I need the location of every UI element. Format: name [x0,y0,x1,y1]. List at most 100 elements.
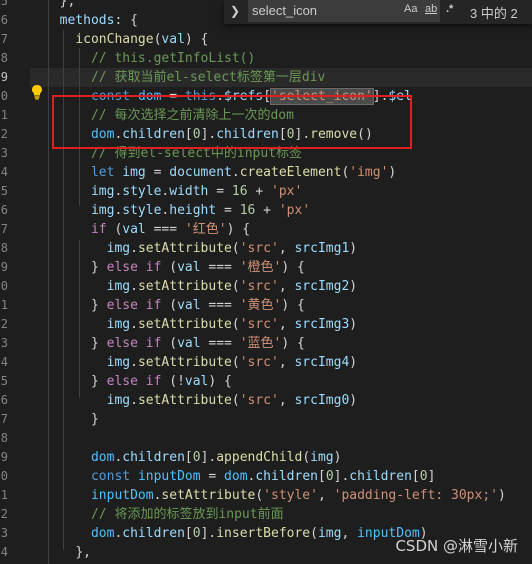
code-token: style [122,184,162,199]
code-token: 16 [231,184,248,199]
line-number: 3 [0,146,8,160]
code-token: img [106,355,131,370]
code-token: . [130,317,138,332]
code-token: }, [59,0,76,9]
code-token: 0 [419,469,428,484]
code-token: [ [184,450,193,465]
code-token: if [90,222,107,237]
code-token: ( [161,298,178,313]
code-token: === [145,222,185,237]
code-line[interactable]: methods: { [44,11,138,30]
code-line[interactable]: }, [44,543,91,562]
code-token: ( [255,488,264,503]
code-token: 'px' [278,203,311,218]
code-line[interactable]: } [44,410,99,429]
code-token: ( [231,355,240,370]
code-line[interactable]: } else if (val === '橙色') { [44,258,305,277]
code-line[interactable]: iconChange(val) { [44,30,208,49]
match-case-toggle[interactable]: Aa [404,3,417,15]
code-token: '黄色' [239,298,282,313]
line-number: 3 [0,336,8,350]
regex-toggle[interactable]: .* [446,3,453,15]
code-line[interactable]: if (val === '红色') { [44,220,250,239]
code-token: 'src' [239,355,279,370]
code-token: img [106,279,131,294]
code-token: else if [106,260,162,275]
code-line[interactable]: const inputDom = dom.children[0].childre… [44,467,435,486]
code-token: ) [388,165,397,180]
code-line[interactable]: // 获取当前el-select标签第一层div [44,68,325,87]
code-token: . [130,355,138,370]
line-number: 6 [0,203,8,217]
line-number: 0 [0,469,8,483]
code-line[interactable]: img.style.width = 16 + 'px' [44,182,302,201]
code-line[interactable]: let img = document.createElement('img') [44,163,396,182]
code-token: ( [310,526,318,541]
whole-word-toggle[interactable]: ab [425,3,437,15]
code-token: 'src' [239,317,279,332]
code-token: + [255,203,279,218]
code-token: 'img' [349,165,389,180]
code-line[interactable]: } else if (!val) { [44,372,232,391]
code-token: ) { [281,260,305,275]
code-line[interactable]: img.setAttribute('src', srcImg0) [44,391,357,410]
code-token: appendChild [216,450,303,465]
code-line[interactable]: } else if (val === '蓝色') { [44,334,305,353]
code-token: = [208,184,232,199]
code-line[interactable]: inputDom.setAttribute('style', 'padding-… [44,486,506,505]
code-line[interactable]: img.style.height = 16 + 'px' [44,201,310,220]
code-token: setAttribute [137,241,232,256]
line-number: 1 [0,488,8,502]
code-line[interactable]: dom.children[0].insertBefore(img, inputD… [44,524,428,543]
code-line[interactable]: } else if (val === '黄色') { [44,296,305,315]
line-number: 1 [0,108,8,122]
code-token: document [169,165,232,180]
code-token: let [90,165,115,180]
line-number: 7 [0,32,8,46]
line-number: 2 [0,507,8,521]
code-token: , [317,488,334,503]
code-line[interactable]: img.setAttribute('src', srcImg1) [44,239,357,258]
code-token: ) [349,241,358,256]
line-number: 8 [0,431,8,445]
code-token: val [177,298,201,313]
code-token: ) [349,279,358,294]
code-token: = [200,469,225,484]
code-editor[interactable]: 5 6 7 8 9 0 1 2 3 4 5 6 7 8 9 0 1 2 3 4 5 6 7 8 9 0 1 2 3 4 }, method… [0,0,532,564]
code-line[interactable]: img.setAttribute('src', srcImg3) [44,315,357,334]
line-number: 4 [0,355,8,369]
code-token: } [90,298,107,313]
code-line[interactable]: // this.getInfoList() [44,49,255,68]
code-token: img [122,165,146,180]
code-line[interactable]: // 将添加的标签放到input前面 [44,505,284,524]
code-token: + [247,184,272,199]
code-token: ) [349,317,358,332]
line-number-gutter: 5 6 7 8 9 0 1 2 3 4 5 6 7 8 9 0 1 2 3 4 5 6 7 8 9 0 1 2 3 4 [0,0,30,564]
code-token: srcImg4 [294,355,350,370]
code-token: children [255,469,318,484]
chevron-right-icon[interactable]: ❯ [230,4,244,20]
code-line[interactable]: img.setAttribute('src', srcImg2) [44,277,357,296]
code-token: iconChange [75,32,154,47]
code-token: ) [349,355,358,370]
line-number: 4 [0,545,8,559]
code-line[interactable]: }, [44,0,76,11]
code-token: img [106,393,131,408]
code-token: 0 [192,450,201,465]
lightbulb-icon[interactable] [31,84,43,100]
code-token: height [169,203,217,218]
code-line[interactable]: img.setAttribute('src', srcImg4) [44,353,357,372]
code-line[interactable]: dom.children[0].appendChild(img) [44,448,341,467]
code-token: // 获取当前el-select标签第一层div [90,70,326,85]
line-number: 1 [0,298,8,312]
code-token: (! [161,374,185,389]
code-token: setAttribute [137,317,232,332]
